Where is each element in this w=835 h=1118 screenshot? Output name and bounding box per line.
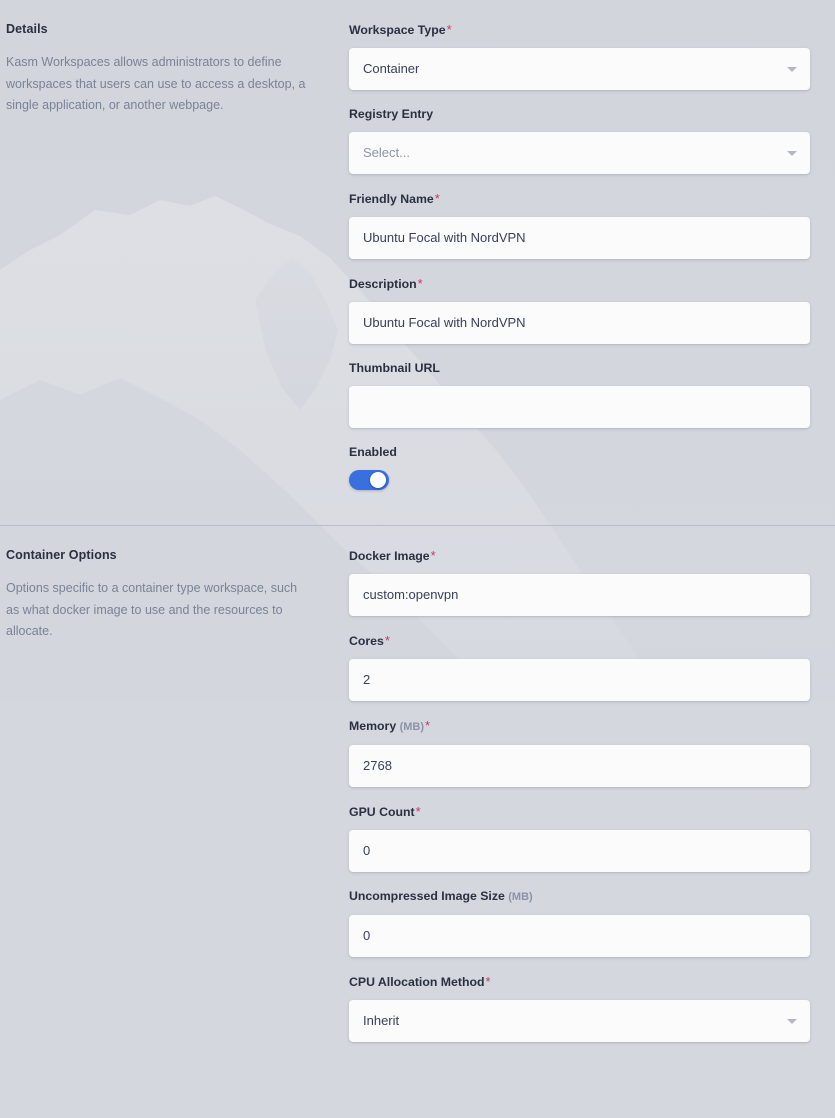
- section-container-options-title: Container Options: [6, 548, 117, 562]
- label-text: Thumbnail URL: [349, 361, 440, 375]
- registry-entry-placeholder: Select...: [363, 145, 410, 160]
- chevron-down-icon: [787, 151, 797, 156]
- friendly-name-input[interactable]: Ubuntu Focal with NordVPN: [349, 217, 810, 259]
- label-text: Uncompressed Image Size: [349, 889, 505, 903]
- registry-entry-select[interactable]: Select...: [349, 132, 810, 174]
- field-gpu-count: GPU Count* 0: [349, 804, 811, 872]
- label-text: GPU Count: [349, 805, 415, 819]
- workspace-type-select[interactable]: Container: [349, 48, 810, 90]
- field-registry-entry-label: Registry Entry: [349, 107, 811, 122]
- section-container-options-fields: Docker Image* custom:openvpn Cores* 2 Me…: [349, 526, 835, 1059]
- field-friendly-name-label: Friendly Name*: [349, 191, 811, 207]
- section-bottom-spacer: [349, 507, 811, 525]
- field-enabled-label: Enabled: [349, 445, 811, 460]
- toggle-knob: [370, 472, 386, 488]
- required-asterisk: *: [415, 804, 421, 819]
- label-text: Enabled: [349, 445, 397, 459]
- description-input[interactable]: Ubuntu Focal with NordVPN: [349, 302, 810, 344]
- field-description: Description* Ubuntu Focal with NordVPN: [349, 276, 811, 344]
- section-container-options-description: Options specific to a container type wor…: [6, 581, 298, 638]
- field-gpu-count-label: GPU Count*: [349, 804, 811, 820]
- field-cpu-allocation-method: CPU Allocation Method* Inherit: [349, 974, 811, 1042]
- field-thumbnail-url: Thumbnail URL: [349, 361, 811, 428]
- memory-input[interactable]: 2768: [349, 745, 810, 787]
- label-text: Description: [349, 277, 417, 291]
- label-text: CPU Allocation Method: [349, 975, 485, 989]
- label-text: Friendly Name: [349, 192, 434, 206]
- section-details-info: Details Kasm Workspaces allows administr…: [0, 0, 349, 117]
- section-details-fields: Workspace Type* Container Registry Entry…: [349, 0, 835, 525]
- uncompressed-image-size-value: 0: [363, 928, 371, 943]
- section-details-description: Kasm Workspaces allows administrators to…: [6, 55, 306, 112]
- field-memory: Memory (MB)* 2768: [349, 718, 811, 787]
- required-asterisk: *: [446, 22, 452, 37]
- field-workspace-type-label: Workspace Type*: [349, 22, 811, 38]
- section-details: Details Kasm Workspaces allows administr…: [0, 0, 835, 525]
- uncompressed-image-size-input[interactable]: 0: [349, 915, 810, 957]
- cpu-allocation-method-select[interactable]: Inherit: [349, 1000, 810, 1042]
- field-cores: Cores* 2: [349, 633, 811, 701]
- friendly-name-value: Ubuntu Focal with NordVPN: [363, 230, 526, 245]
- field-workspace-type: Workspace Type* Container: [349, 22, 811, 90]
- required-asterisk: *: [425, 718, 431, 733]
- field-enabled: Enabled: [349, 445, 811, 490]
- label-text: Workspace Type: [349, 23, 446, 37]
- field-docker-image: Docker Image* custom:openvpn: [349, 548, 811, 616]
- cores-value: 2: [363, 672, 371, 687]
- required-asterisk: *: [417, 276, 423, 291]
- field-thumbnail-url-label: Thumbnail URL: [349, 361, 811, 376]
- field-registry-entry: Registry Entry Select...: [349, 107, 811, 174]
- field-uncompressed-image-size-label: Uncompressed Image Size (MB): [349, 889, 811, 905]
- field-uncompressed-image-size-unit: (MB): [508, 891, 533, 903]
- field-docker-image-label: Docker Image*: [349, 548, 811, 564]
- docker-image-input[interactable]: custom:openvpn: [349, 574, 810, 616]
- chevron-down-icon: [787, 67, 797, 72]
- field-friendly-name: Friendly Name* Ubuntu Focal with NordVPN: [349, 191, 811, 259]
- cores-input[interactable]: 2: [349, 659, 810, 701]
- enabled-toggle[interactable]: [349, 470, 389, 490]
- field-cpu-allocation-method-label: CPU Allocation Method*: [349, 974, 811, 990]
- cpu-allocation-method-value: Inherit: [363, 1013, 400, 1028]
- required-asterisk: *: [384, 633, 390, 648]
- required-asterisk: *: [434, 191, 440, 206]
- section-container-options: Container Options Options specific to a …: [0, 526, 835, 1059]
- field-memory-unit: (MB): [399, 721, 425, 733]
- field-uncompressed-image-size: Uncompressed Image Size (MB) 0: [349, 889, 811, 957]
- required-asterisk: *: [485, 974, 491, 989]
- gpu-count-value: 0: [363, 843, 371, 858]
- thumbnail-url-input[interactable]: [349, 386, 810, 428]
- field-description-label: Description*: [349, 276, 811, 292]
- workspace-settings-form: Details Kasm Workspaces allows administr…: [0, 0, 835, 1059]
- label-text: Memory: [349, 719, 397, 733]
- section-container-options-info: Container Options Options specific to a …: [0, 526, 349, 643]
- description-value: Ubuntu Focal with NordVPN: [363, 315, 526, 330]
- label-text: Docker Image: [349, 549, 430, 563]
- workspace-type-value: Container: [363, 61, 420, 76]
- gpu-count-input[interactable]: 0: [349, 830, 810, 872]
- memory-value: 2768: [363, 758, 392, 773]
- field-memory-label: Memory (MB)*: [349, 718, 811, 735]
- docker-image-value: custom:openvpn: [363, 587, 459, 602]
- label-text: Cores: [349, 634, 384, 648]
- field-cores-label: Cores*: [349, 633, 811, 649]
- required-asterisk: *: [430, 548, 436, 563]
- label-text: Registry Entry: [349, 107, 434, 121]
- section-details-title: Details: [6, 22, 48, 36]
- chevron-down-icon: [787, 1019, 797, 1024]
